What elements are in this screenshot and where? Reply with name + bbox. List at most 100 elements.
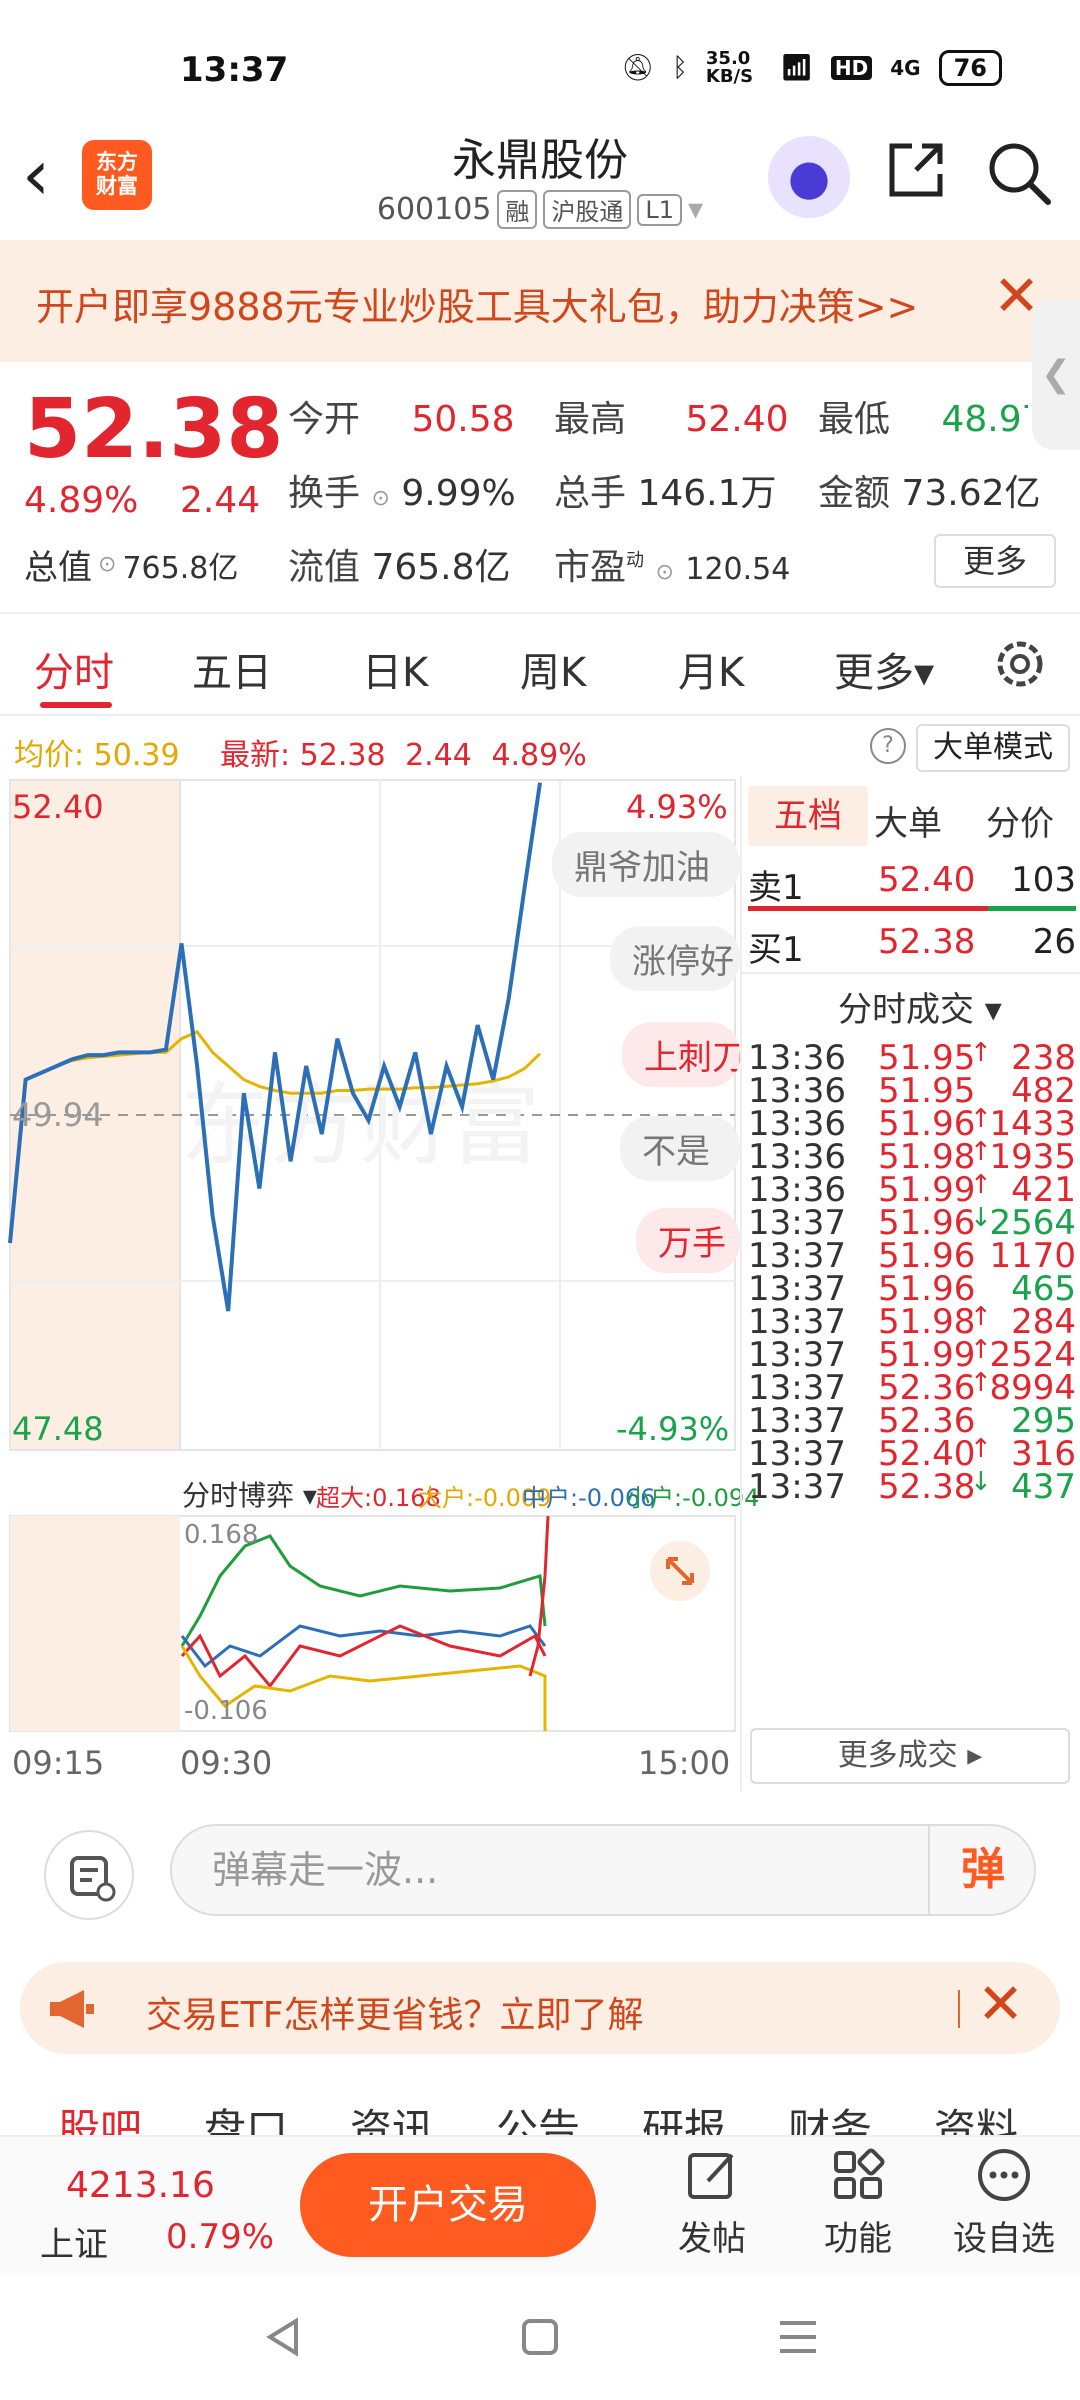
chart-tabs: 分时 五日 日K 周K 月K 更多▾ (0, 612, 1080, 716)
tab-price-dist[interactable]: 分价 (986, 796, 1054, 845)
bottom-pct-label: -4.93% (616, 1410, 730, 1448)
megaphone-icon (50, 1990, 94, 2028)
bottom-price-label: 47.48 (12, 1410, 104, 1448)
low-price: 最低 48.97 (818, 399, 1028, 440)
trade-direction: ↓ (970, 1467, 992, 1497)
info-icon[interactable]: ⊙ (655, 560, 673, 585)
trades-dropdown[interactable]: 分时成交 ▾ (838, 982, 1002, 1031)
danmu-bubble[interactable]: 上刺刀 (622, 1022, 740, 1087)
app-logo[interactable]: 东方 财富 (82, 140, 152, 210)
nav-menu-icon[interactable] (776, 2315, 820, 2359)
add-watchlist-button[interactable]: 设自选 (944, 2145, 1064, 2260)
game-bottom-label: -0.106 (184, 1696, 268, 1726)
divider (742, 972, 1080, 974)
edit-icon (688, 2153, 734, 2199)
more-quote-button[interactable]: 更多 (934, 534, 1056, 588)
tab-monthly-k[interactable]: 月K (678, 640, 744, 698)
order-book-panel: 五档 大单 分价 卖1 52.40 103 买1 52.38 26 分时成交 ▾… (740, 776, 1080, 1791)
danmu-bubble[interactable]: 涨停好 (610, 926, 740, 991)
info-icon[interactable]: ⊙ (98, 552, 116, 577)
danmu-bubble[interactable]: 万手 (636, 1208, 740, 1273)
stock-header: 永鼎股份 600105 融 沪股通 L1 ▾ ‹ 东方 财富 (0, 135, 1080, 240)
intraday-info-row: 均价: 50.39 最新: 52.38 2.44 4.89% ? 大单模式 (0, 716, 1080, 776)
divider (958, 1990, 960, 2028)
close-icon[interactable]: ✕ (977, 1972, 1024, 2037)
big-order-mode-button[interactable]: 大单模式 (916, 724, 1070, 772)
tab-weekly-k[interactable]: 周K (520, 640, 586, 698)
side-drawer-tab[interactable]: ❮ (1032, 300, 1080, 450)
trade-price: 52.38 (878, 1467, 976, 1507)
connect-tag: 沪股通 (543, 190, 632, 229)
trade-direction: ↑ (970, 1170, 992, 1200)
help-icon[interactable]: ? (870, 728, 906, 764)
change-amount: 2.44 (180, 480, 261, 521)
status-icons: 🔕︎ ᛒ 35.0 KB/S 📶︎ HD 4G 76 (621, 50, 1002, 86)
grid-icon (834, 2148, 885, 2199)
market-cap: 总值 ⊙ 765.8亿 (24, 548, 239, 588)
status-time: 13:37 (180, 50, 289, 90)
search-icon[interactable] (986, 140, 1052, 206)
margin-tag: 融 (497, 190, 538, 229)
promo-banner[interactable]: 开户即享9888元专业炒股工具大礼包，助力决策>> ✕ (0, 240, 1080, 362)
quote-panel: 52.38 4.89% 2.44 总值 ⊙ 765.8亿 今开 50.58 最高… (0, 362, 1080, 612)
danmu-bubble[interactable]: 不是 (620, 1116, 740, 1181)
prev-close-label: 49.94 (12, 1096, 104, 1134)
comment-settings-icon[interactable] (44, 1830, 134, 1920)
turnover-rate: 换手 ⊙ 9.99% (288, 473, 516, 514)
super-flow-line (180, 1534, 547, 1647)
back-button[interactable]: ‹ (22, 140, 50, 210)
capital-flow-legend: 分时博弈 ▾ 超大:0.168 大户:-0.009 中户:-0.066 小户:-… (0, 1466, 759, 1516)
pe-ratio: 市盈动 ⊙ 120.54 (554, 547, 791, 588)
trade-time: 13:37 (748, 1467, 846, 1507)
total-volume: 总手 146.1万 (554, 473, 777, 514)
tab-more[interactable]: 更多▾ (834, 640, 934, 698)
time-axis-close: 15:00 (638, 1744, 731, 1782)
battery-icon: 76 (938, 50, 1002, 86)
time-axis-open: 09:30 (180, 1744, 273, 1782)
danmu-bubble[interactable]: 鼎爷加油 (552, 832, 740, 897)
nav-home-icon[interactable] (518, 2315, 562, 2359)
more-trades-button[interactable]: 更多成交 ▸ (750, 1728, 1070, 1784)
post-button[interactable]: 发帖 (652, 2145, 772, 2260)
etf-banner-text[interactable]: 交易ETF怎样更省钱？立即了解 (146, 1986, 643, 2038)
tab-intraday[interactable]: 分时 (34, 640, 114, 698)
promo-text[interactable]: 开户即享9888元专业炒股工具大礼包，助力决策>> (36, 276, 966, 331)
etf-banner[interactable]: 交易ETF怎样更省钱？立即了解 ✕ (20, 1962, 1060, 2054)
content-tabs: 股吧 盘口 资讯 公告 研报 财务 资料 (0, 2072, 1080, 2142)
time-axis-start: 09:15 (12, 1744, 105, 1782)
high-price: 最高 52.40 (554, 399, 789, 440)
tab-big-order[interactable]: 大单 (874, 796, 942, 845)
stock-code: 600105 (376, 192, 492, 227)
trade-volume: 437 (1011, 1467, 1076, 1507)
index-value[interactable]: 4213.16 (66, 2165, 215, 2206)
bottom-toolbar: 4213.16 上证 0.79% 开户交易 发帖 功能 设自选 (0, 2135, 1080, 2275)
index-name[interactable]: 上证 (40, 2217, 108, 2266)
tab-five-day[interactable]: 五日 (192, 640, 272, 698)
last-price: 52.38 (24, 382, 284, 477)
float-value: 流值 765.8亿 (288, 547, 511, 588)
function-button[interactable]: 功能 (798, 2145, 918, 2260)
hd-badge: HD (830, 56, 873, 80)
intraday-chart[interactable]: 东方财富 52.40 4.93% 49.94 47.48 -4.93% 鼎爷加油… (0, 776, 759, 1791)
nav-back-icon[interactable] (262, 2315, 306, 2359)
gear-icon[interactable] (990, 634, 1050, 694)
trade-direction: ↑ (970, 1434, 992, 1464)
index-change[interactable]: 0.79% (166, 2217, 274, 2257)
tab-daily-k[interactable]: 日K (362, 640, 428, 698)
robot-assistant-icon[interactable] (768, 136, 850, 218)
game-top-label: 0.168 (184, 1520, 259, 1550)
share-icon[interactable] (886, 140, 946, 200)
tab-underline (40, 702, 112, 708)
info-icon[interactable]: ⊙ (371, 486, 389, 511)
sell-volume-bar (748, 906, 988, 911)
open-account-button[interactable]: 开户交易 (300, 2153, 596, 2257)
danmu-send-button[interactable]: 弹 (928, 1824, 1036, 1916)
super-flow-spike (528, 1515, 550, 1677)
latest-price: 最新: 52.38 2.44 4.89% (220, 738, 587, 773)
chevron-down-icon[interactable]: ▾ (688, 192, 703, 227)
danmu-input[interactable]: 弹幕走一波... (170, 1824, 1036, 1916)
expand-icon[interactable] (650, 1541, 710, 1601)
trade-direction: ↑ (970, 1038, 992, 1068)
tab-five-level[interactable]: 五档 (748, 786, 868, 846)
capital-game-dropdown[interactable]: 分时博弈 ▾ (182, 1474, 317, 1514)
